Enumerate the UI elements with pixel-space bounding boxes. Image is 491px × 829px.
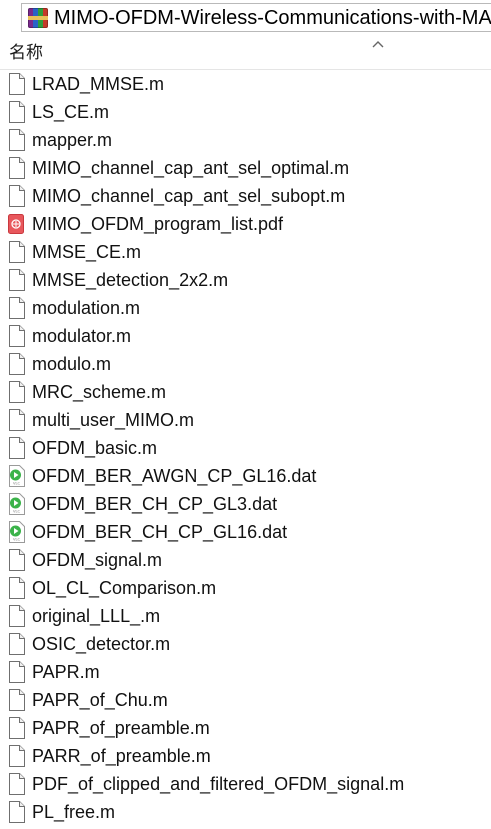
- file-name: OFDM_signal.m: [32, 550, 163, 570]
- file-row[interactable]: MIMO_channel_cap_ant_sel_subopt.m: [0, 182, 491, 210]
- path-title: MIMO-OFDM-Wireless-Communications-with-M…: [54, 7, 491, 29]
- file-name: modulation.m: [32, 298, 141, 318]
- file-icon: [7, 772, 27, 796]
- file-name: PAPR_of_Chu.m: [32, 690, 168, 710]
- file-icon: [7, 240, 27, 264]
- column-header-bar: 名称: [0, 37, 491, 70]
- file-icon: [7, 156, 27, 180]
- file-name: LS_CE.m: [32, 102, 110, 122]
- file-icon: [7, 352, 27, 376]
- file-icon: [7, 660, 27, 684]
- file-row[interactable]: PAPR_of_Chu.m: [0, 686, 491, 714]
- file-name: OFDM_basic.m: [32, 438, 158, 458]
- path-field[interactable]: MIMO-OFDM-Wireless-Communications-with-M…: [21, 3, 491, 32]
- file-row[interactable]: PAPR_of_preamble.m: [0, 714, 491, 742]
- file-name: original_LLL_.m: [32, 606, 161, 626]
- file-name: modulo.m: [32, 354, 112, 374]
- media-icon: VLC: [7, 464, 27, 488]
- file-row[interactable]: modulo.m: [0, 350, 491, 378]
- file-icon: [7, 716, 27, 740]
- file-row[interactable]: mapper.m: [0, 126, 491, 154]
- file-icon: [7, 576, 27, 600]
- file-name: MIMO_OFDM_program_list.pdf: [32, 214, 284, 234]
- file-name: MIMO_channel_cap_ant_sel_subopt.m: [32, 186, 346, 206]
- file-name: MRC_scheme.m: [32, 382, 167, 402]
- file-row[interactable]: MIMO_channel_cap_ant_sel_optimal.m: [0, 154, 491, 182]
- file-row[interactable]: OL_CL_Comparison.m: [0, 574, 491, 602]
- file-row[interactable]: OSIC_detector.m: [0, 630, 491, 658]
- rar-archive-icon: [28, 8, 48, 28]
- file-icon: [7, 744, 27, 768]
- file-icon: [7, 800, 27, 824]
- file-row[interactable]: MMSE_CE.m: [0, 238, 491, 266]
- file-icon: [7, 100, 27, 124]
- file-icon: [7, 184, 27, 208]
- name-column-header[interactable]: 名称: [9, 42, 43, 64]
- file-name: mapper.m: [32, 130, 113, 150]
- file-name: MMSE_CE.m: [32, 242, 142, 262]
- svg-text:VLC: VLC: [13, 482, 20, 486]
- file-name: PDF_of_clipped_and_filtered_OFDM_signal.…: [32, 774, 405, 794]
- file-name: multi_user_MIMO.m: [32, 410, 195, 430]
- file-name: LRAD_MMSE.m: [32, 74, 165, 94]
- media-icon: VLC: [7, 520, 27, 544]
- file-name: PAPR.m: [32, 662, 100, 682]
- file-icon: [7, 548, 27, 572]
- file-name: MIMO_channel_cap_ant_sel_optimal.m: [32, 158, 350, 178]
- file-row[interactable]: modulation.m: [0, 294, 491, 322]
- file-row[interactable]: VLC OFDM_BER_AWGN_CP_GL16.dat: [0, 462, 491, 490]
- file-row[interactable]: PDF_of_clipped_and_filtered_OFDM_signal.…: [0, 770, 491, 798]
- media-icon: VLC: [7, 492, 27, 516]
- file-row[interactable]: original_LLL_.m: [0, 602, 491, 630]
- file-icon: [7, 632, 27, 656]
- file-name: OSIC_detector.m: [32, 634, 171, 654]
- file-name: OL_CL_Comparison.m: [32, 578, 217, 598]
- svg-text:VLC: VLC: [13, 538, 20, 542]
- file-name: PAPR_of_preamble.m: [32, 718, 210, 738]
- file-row[interactable]: LS_CE.m: [0, 98, 491, 126]
- file-icon: [7, 436, 27, 460]
- file-row[interactable]: MIMO_OFDM_program_list.pdf: [0, 210, 491, 238]
- file-icon: [7, 72, 27, 96]
- file-icon: [7, 604, 27, 628]
- file-icon: [7, 296, 27, 320]
- file-row[interactable]: multi_user_MIMO.m: [0, 406, 491, 434]
- file-row[interactable]: PARR_of_preamble.m: [0, 742, 491, 770]
- file-name: PARR_of_preamble.m: [32, 746, 211, 766]
- file-icon: [7, 408, 27, 432]
- file-name: OFDM_BER_CH_CP_GL3.dat: [32, 494, 278, 514]
- file-row[interactable]: modulator.m: [0, 322, 491, 350]
- file-name: MMSE_detection_2x2.m: [32, 270, 229, 290]
- file-name: modulator.m: [32, 326, 132, 346]
- file-name: OFDM_BER_AWGN_CP_GL16.dat: [32, 466, 317, 486]
- file-icon: [7, 268, 27, 292]
- file-row[interactable]: VLC OFDM_BER_CH_CP_GL16.dat: [0, 518, 491, 546]
- file-row[interactable]: PL_free.m: [0, 798, 491, 826]
- file-row[interactable]: MMSE_detection_2x2.m: [0, 266, 491, 294]
- file-icon: [7, 128, 27, 152]
- file-row[interactable]: OFDM_basic.m: [0, 434, 491, 462]
- file-row[interactable]: OFDM_signal.m: [0, 546, 491, 574]
- file-row[interactable]: PAPR.m: [0, 658, 491, 686]
- address-bar: MIMO-OFDM-Wireless-Communications-with-M…: [0, 0, 491, 38]
- file-row[interactable]: MRC_scheme.m: [0, 378, 491, 406]
- file-icon: [7, 380, 27, 404]
- svg-text:VLC: VLC: [13, 510, 20, 514]
- pdf-icon: [7, 212, 27, 236]
- file-row[interactable]: VLC OFDM_BER_CH_CP_GL3.dat: [0, 490, 491, 518]
- file-icon: [7, 688, 27, 712]
- file-name: OFDM_BER_CH_CP_GL16.dat: [32, 522, 288, 542]
- file-name: PL_free.m: [32, 802, 116, 822]
- sort-ascending-icon: [372, 41, 384, 48]
- file-row[interactable]: LRAD_MMSE.m: [0, 70, 491, 98]
- file-list: LRAD_MMSE.m LS_CE.m mapper.m MIMO_channel_c…: [0, 70, 491, 826]
- file-icon: [7, 324, 27, 348]
